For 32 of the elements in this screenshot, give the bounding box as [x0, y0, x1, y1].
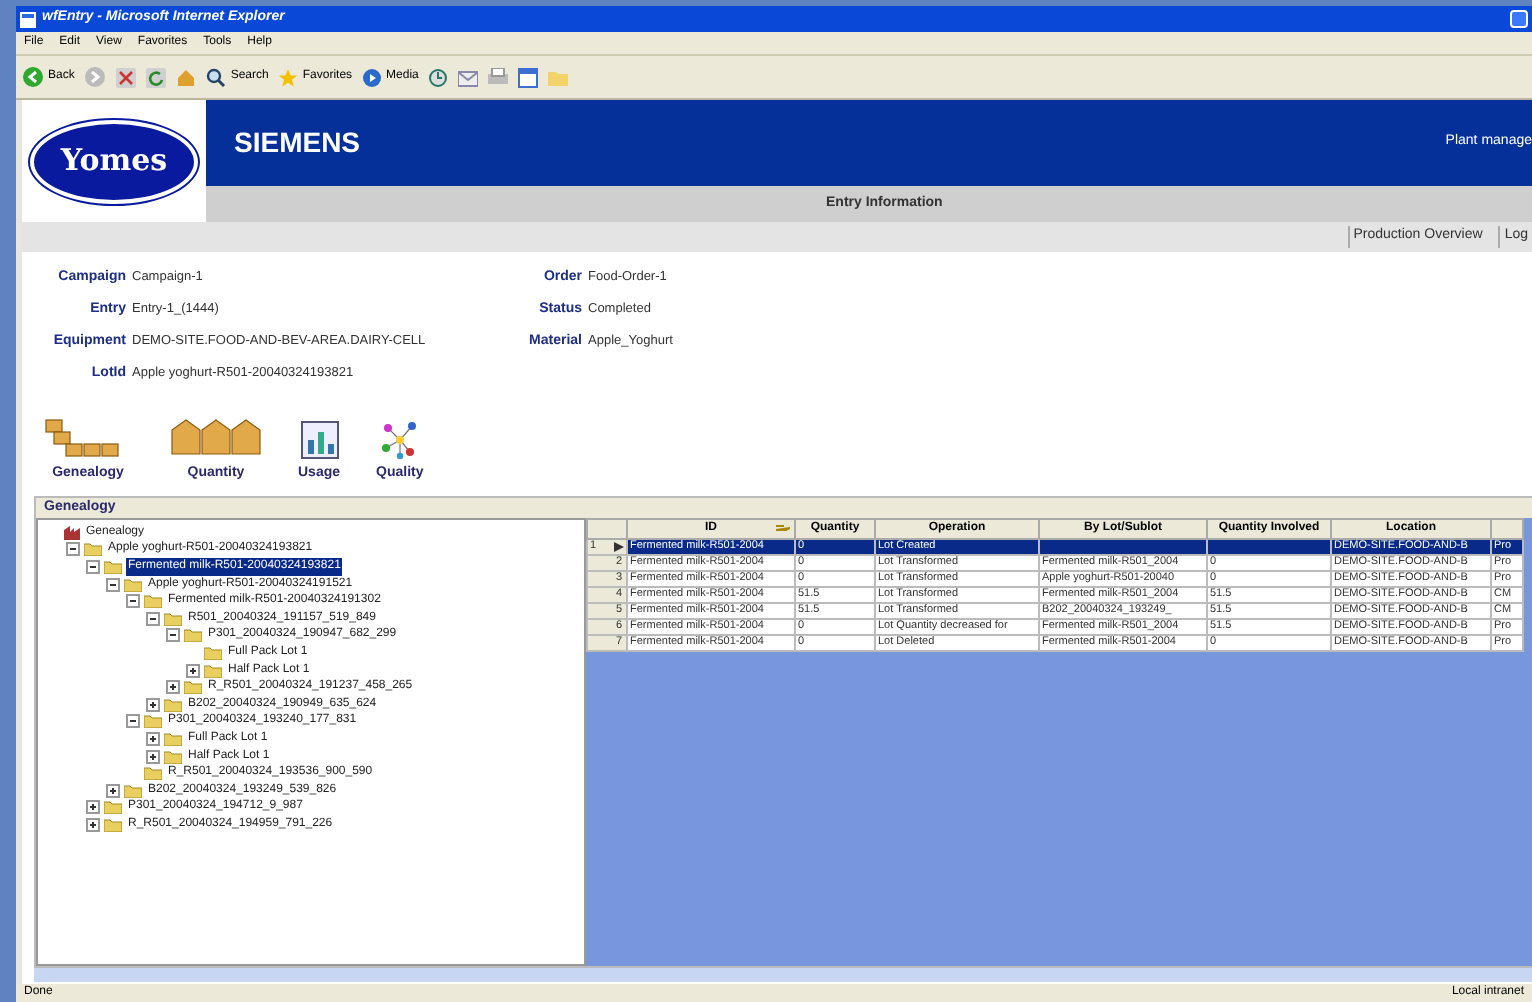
collapse-icon[interactable]: [166, 628, 180, 643]
search-icon[interactable]: [206, 67, 227, 87]
mail-icon[interactable]: [458, 67, 479, 87]
boxes-icon: [170, 415, 262, 459]
collapse-icon[interactable]: [86, 559, 100, 574]
back-icon[interactable]: [22, 66, 44, 88]
minimize-button[interactable]: [1510, 10, 1528, 28]
sort-icon[interactable]: [776, 523, 790, 533]
expand-icon[interactable]: [146, 749, 160, 764]
expand-icon[interactable]: [146, 697, 160, 712]
expand-icon[interactable]: [166, 680, 180, 695]
horizontal-scrollbar[interactable]: [34, 968, 1532, 982]
stop-icon[interactable]: [116, 67, 137, 87]
brand-name: SIEMENS: [234, 124, 361, 162]
network-icon: [379, 419, 420, 459]
collapse-icon[interactable]: [126, 594, 140, 609]
media-icon[interactable]: [362, 67, 383, 87]
collapse-icon[interactable]: [106, 577, 120, 592]
expand-icon[interactable]: [86, 817, 100, 832]
chart-icon: [299, 419, 339, 459]
refresh-icon[interactable]: [146, 67, 167, 87]
collapse-icon[interactable]: [66, 542, 80, 557]
logo: Yomes: [30, 119, 198, 203]
expand-icon[interactable]: [146, 731, 160, 746]
collapse-icon[interactable]: [146, 611, 160, 626]
browser-icon: [20, 11, 36, 27]
expand-icon[interactable]: [86, 800, 100, 815]
expand-icon[interactable]: [186, 663, 200, 678]
expand-icon[interactable]: [106, 783, 120, 798]
factory-icon: [64, 525, 80, 540]
print-icon[interactable]: [488, 67, 509, 87]
collapse-icon[interactable]: [126, 714, 140, 729]
